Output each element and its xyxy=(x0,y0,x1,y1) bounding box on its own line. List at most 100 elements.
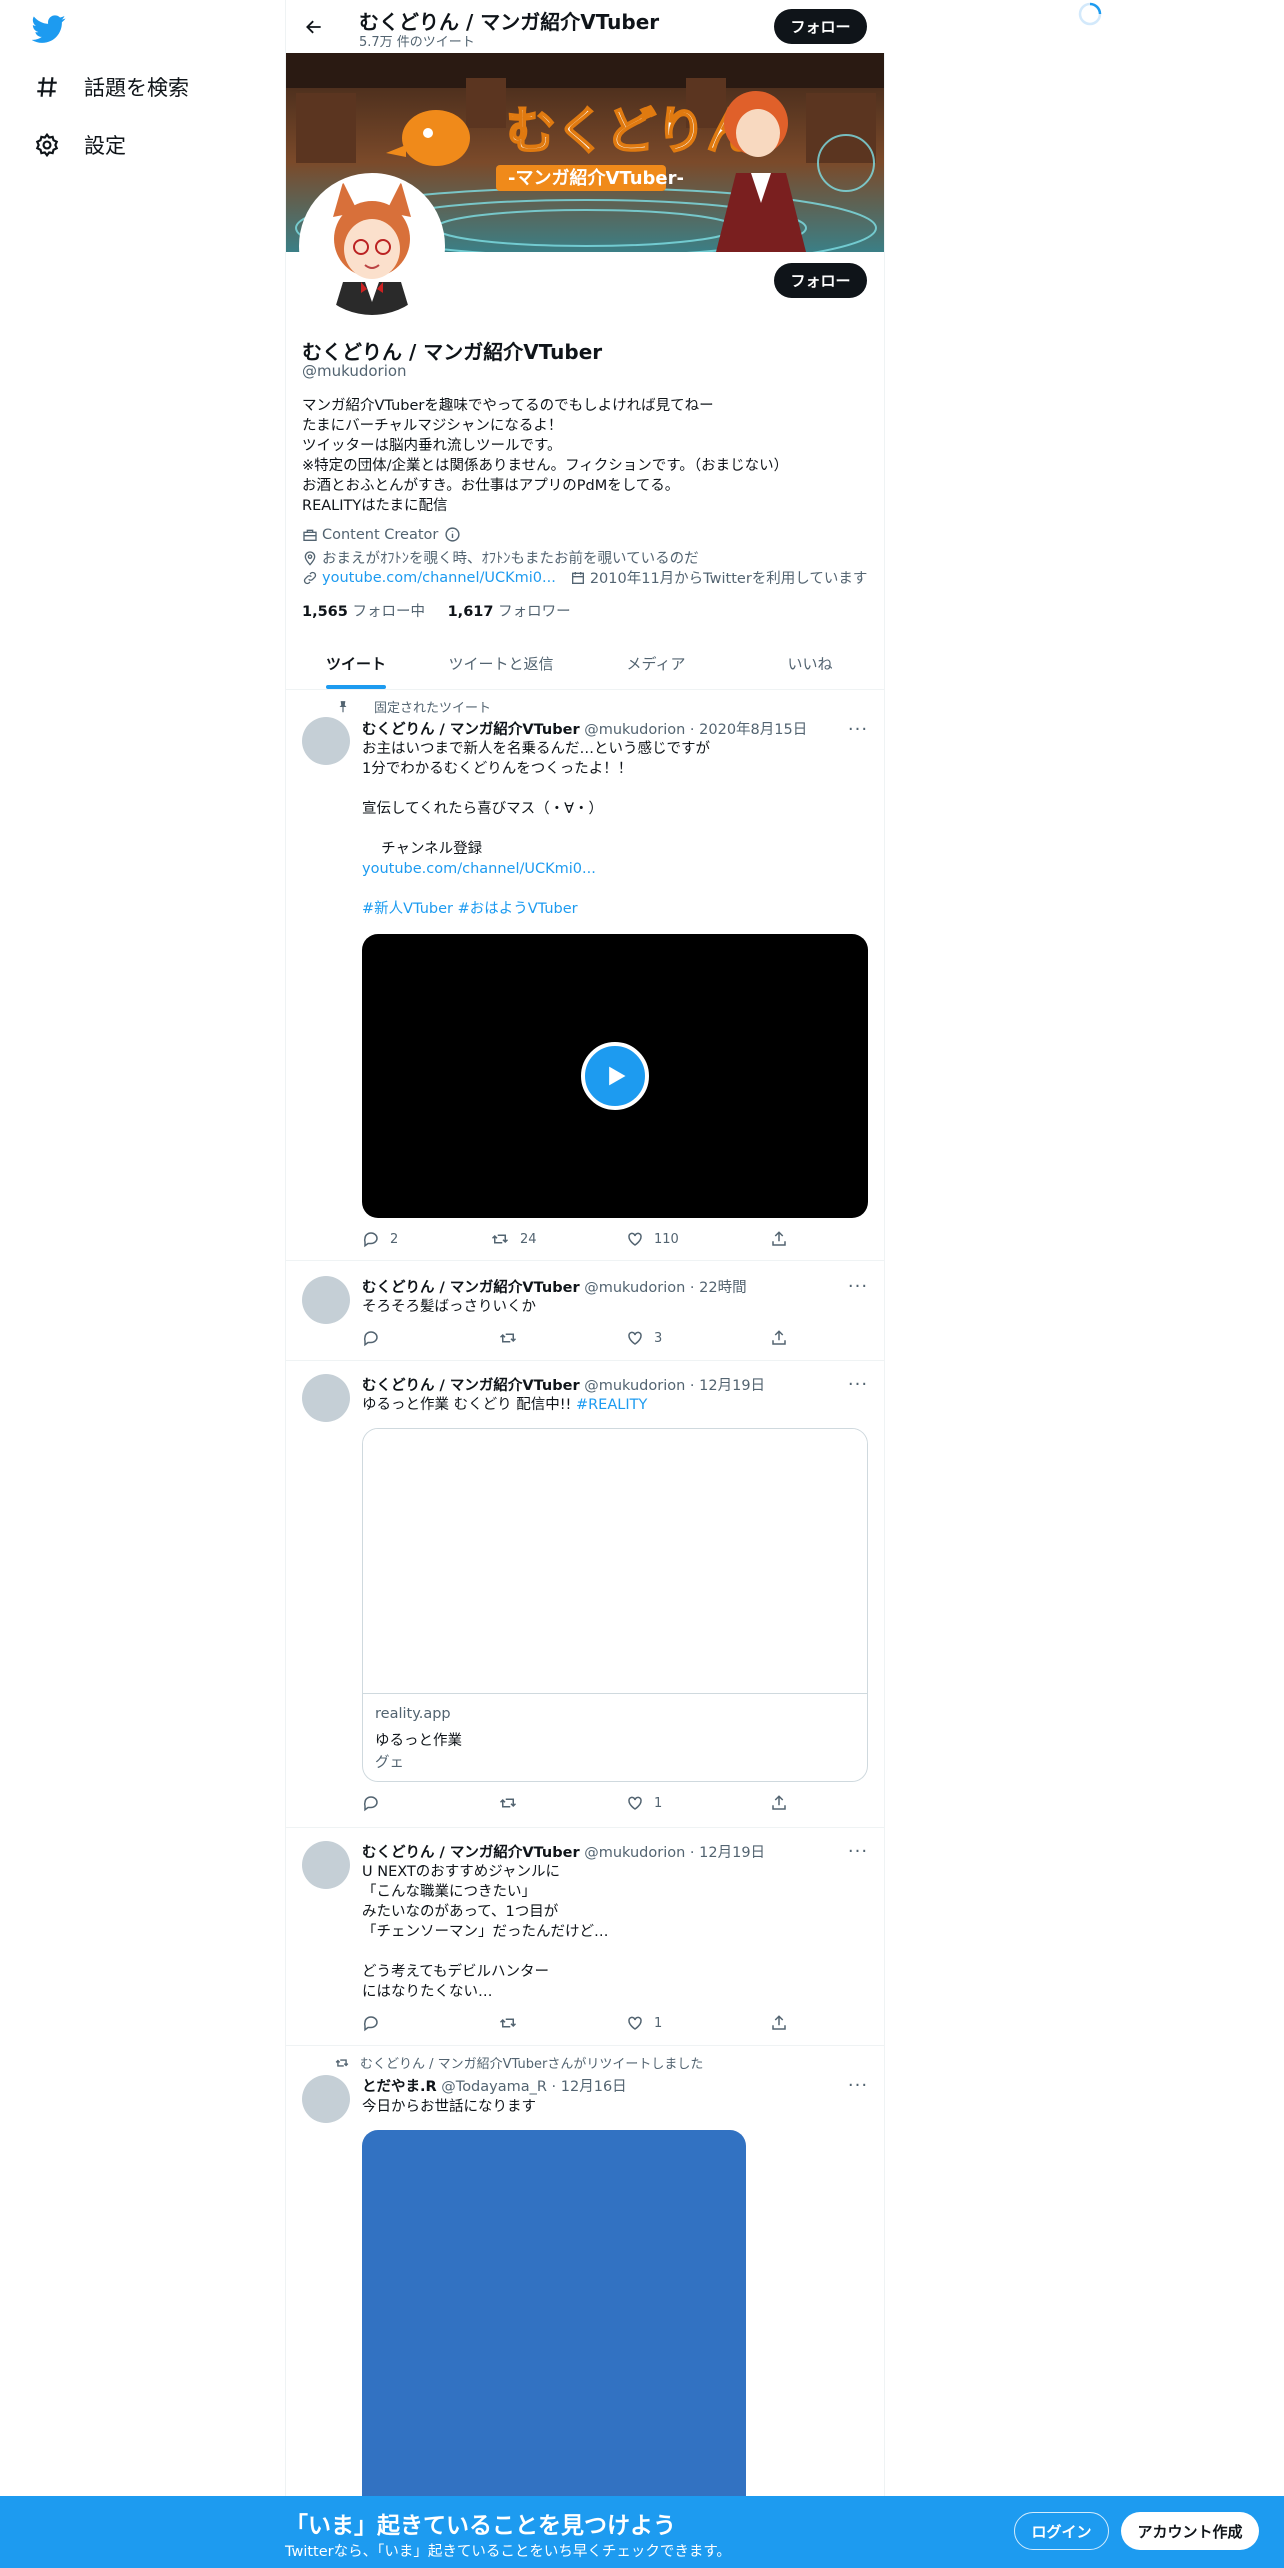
tweet-author-name[interactable]: むくどりん / マンガ紹介VTuber xyxy=(362,1845,580,1861)
tweet-header: むくどりん / マンガ紹介VTuber @mukudorion · 12月19日 xyxy=(362,1845,766,1861)
tweet-text: そろそろ髪ばっさりいくか xyxy=(362,1299,536,1315)
gear-icon xyxy=(32,130,62,160)
tweet-author-name[interactable]: とだやま.R xyxy=(362,2079,437,2095)
tweet-text: ゆるっと作業 むくどり 配信中!! #REALITY xyxy=(362,1397,648,1413)
tweet-time[interactable]: 22時間 xyxy=(699,1280,746,1296)
back-arrow-icon[interactable] xyxy=(299,12,329,42)
tab-likes[interactable]: いいね xyxy=(736,637,884,690)
more-icon[interactable]: ··· xyxy=(846,2075,870,2096)
like-button[interactable]: 1 xyxy=(626,1794,662,1812)
nav-explore[interactable]: 話題を検索 xyxy=(32,63,189,111)
tweet-author-handle: @Todayama_R xyxy=(441,2079,547,2095)
loading-spinner-icon xyxy=(1078,2,1102,26)
like-button[interactable]: 110 xyxy=(626,1230,679,1248)
play-icon[interactable] xyxy=(581,1042,649,1110)
retweet-icon xyxy=(499,1798,517,1808)
profile-avatar[interactable] xyxy=(299,173,445,319)
hashtag-icon xyxy=(32,72,62,102)
share-button[interactable] xyxy=(770,1329,788,1347)
tweet-item[interactable]: むくどりん / マンガ紹介VTuber @mukudorion · 12月19日… xyxy=(286,1829,884,2046)
tweet-text: お主はいつまで新人を名乗るんだ…という感じですが 1分でわかるむくどりんをつくっ… xyxy=(362,741,710,857)
tweet-image[interactable] xyxy=(362,2130,746,2550)
profile-header-bar: むくどりん / マンガ紹介VTuber 5.7万 件のツイート フォロー xyxy=(286,0,886,53)
tweet-avatar[interactable] xyxy=(302,1374,350,1422)
tweet-hashtag[interactable]: #REALITY xyxy=(576,1397,647,1413)
retweet-button[interactable]: 24 xyxy=(490,1230,537,1248)
share-icon xyxy=(772,2015,786,2030)
nav-explore-label: 話題を検索 xyxy=(84,76,189,100)
profile-url-row: youtube.com/channel/UCKmi0... 2010年11月から… xyxy=(302,567,867,588)
left-nav: 話題を検索 設定 xyxy=(0,0,285,2568)
retweet-button[interactable] xyxy=(498,2014,518,2032)
share-icon xyxy=(772,1330,786,1345)
retweet-icon xyxy=(491,1234,509,1244)
tweet-avatar[interactable] xyxy=(302,717,350,765)
tweet-author-name[interactable]: むくどりん / マンガ紹介VTuber xyxy=(362,1280,580,1296)
pinned-context: 固定されたツイート xyxy=(334,697,491,716)
share-button[interactable] xyxy=(770,1794,788,1812)
nav-settings[interactable]: 設定 xyxy=(32,121,126,169)
like-button[interactable]: 3 xyxy=(626,1329,662,1347)
tweet-time[interactable]: 12月16日 xyxy=(561,2079,627,2095)
tweet-link[interactable]: youtube.com/channel/UCKmi0... xyxy=(362,859,862,879)
signup-banner-title: 「いま」起きていることを見つけよう xyxy=(285,2513,676,2539)
tweet-actions: 1 xyxy=(362,1794,802,1814)
tweet-avatar[interactable] xyxy=(302,1841,350,1889)
info-icon[interactable] xyxy=(444,526,461,543)
retweet-button[interactable] xyxy=(498,1794,518,1812)
tweet-author-name[interactable]: むくどりん / マンガ紹介VTuber xyxy=(362,722,580,738)
heart-icon xyxy=(628,1796,642,1810)
category-label: Content Creator xyxy=(322,526,439,543)
heart-icon xyxy=(628,1331,642,1345)
tweet-actions: 2 24 110 xyxy=(362,1230,802,1250)
tweet-item[interactable]: むくどりん / マンガ紹介VTuber @mukudorion · 12月19日… xyxy=(286,1362,884,1828)
reply-button[interactable] xyxy=(362,1794,380,1812)
reply-button[interactable]: 2 xyxy=(362,1230,398,1248)
tweet-time[interactable]: 12月19日 xyxy=(699,1378,765,1394)
location-text: おまえがｵﾌﾄﾝを覗く時、ｵﾌﾄﾝもまたお前を覗いているのだ xyxy=(322,551,699,567)
tweet-header: とだやま.R @Todayama_R · 12月16日 xyxy=(362,2079,627,2095)
tab-media[interactable]: メディア xyxy=(576,637,736,690)
tweet-avatar[interactable] xyxy=(302,1276,350,1324)
tweet-retweeted[interactable]: むくどりん / マンガ紹介VTuberさんがリツイートしました とだやま.R @… xyxy=(286,2047,884,2568)
profile-follow-button[interactable]: フォロー xyxy=(774,263,867,298)
tab-tweets[interactable]: ツイート xyxy=(286,637,426,690)
tweet-actions: 1 xyxy=(362,2014,802,2034)
more-icon[interactable]: ··· xyxy=(846,1841,870,1862)
card-description: グェ xyxy=(375,1755,404,1771)
signup-banner-subtitle: Twitterなら、「いま」起きていることをいち早くチェックできます。 xyxy=(285,2544,731,2560)
reply-icon xyxy=(363,1796,378,1812)
reply-button[interactable] xyxy=(362,2014,380,2032)
header-follow-button[interactable]: フォロー xyxy=(774,9,867,44)
tweet-hashtags[interactable]: #新人VTuber #おはようVTuber xyxy=(362,899,862,919)
tweet-item[interactable]: むくどりん / マンガ紹介VTuber @mukudorion · 22時間 ·… xyxy=(286,1262,884,1361)
signup-button[interactable]: アカウント作成 xyxy=(1121,2512,1259,2550)
share-icon xyxy=(772,1231,786,1246)
following-link[interactable]: 1,565 フォロー中 xyxy=(302,604,425,620)
like-button[interactable]: 1 xyxy=(626,2014,662,2032)
link-card[interactable]: reality.app ゆるっと作業 グェ xyxy=(362,1428,868,1782)
share-button[interactable] xyxy=(770,2014,788,2032)
tab-tweets-replies[interactable]: ツイートと返信 xyxy=(426,637,576,690)
tweet-header: むくどりん / マンガ紹介VTuber @mukudorion · 12月19日 xyxy=(362,1378,766,1394)
tweet-time[interactable]: 12月19日 xyxy=(699,1845,765,1861)
more-icon[interactable]: ··· xyxy=(846,1374,870,1395)
tweet-avatar[interactable] xyxy=(302,2075,350,2123)
login-button[interactable]: ログイン xyxy=(1014,2512,1109,2550)
card-title: ゆるっと作業 xyxy=(375,1733,462,1749)
tweet-time[interactable]: 2020年8月15日 xyxy=(699,722,807,738)
tweet-header: むくどりん / マンガ紹介VTuber @mukudorion · 22時間 xyxy=(362,1280,747,1296)
more-icon[interactable]: ··· xyxy=(846,719,870,740)
tweet-author-name[interactable]: むくどりん / マンガ紹介VTuber xyxy=(362,1378,580,1394)
tweet-pinned[interactable]: 固定されたツイート むくどりん / マンガ紹介VTuber @mukudorio… xyxy=(286,691,884,1261)
card-image xyxy=(363,1429,867,1694)
reply-button[interactable] xyxy=(362,1329,380,1347)
active-tab-indicator xyxy=(326,685,386,689)
twitter-logo-icon[interactable] xyxy=(31,12,66,46)
more-icon[interactable]: ··· xyxy=(846,1276,870,1297)
share-button[interactable] xyxy=(770,1230,788,1248)
retweet-button[interactable] xyxy=(498,1329,518,1347)
profile-url-link[interactable]: youtube.com/channel/UCKmi0... xyxy=(322,570,556,586)
tweet-video[interactable] xyxy=(362,934,868,1218)
followers-link[interactable]: 1,617 フォロワー xyxy=(448,604,571,620)
